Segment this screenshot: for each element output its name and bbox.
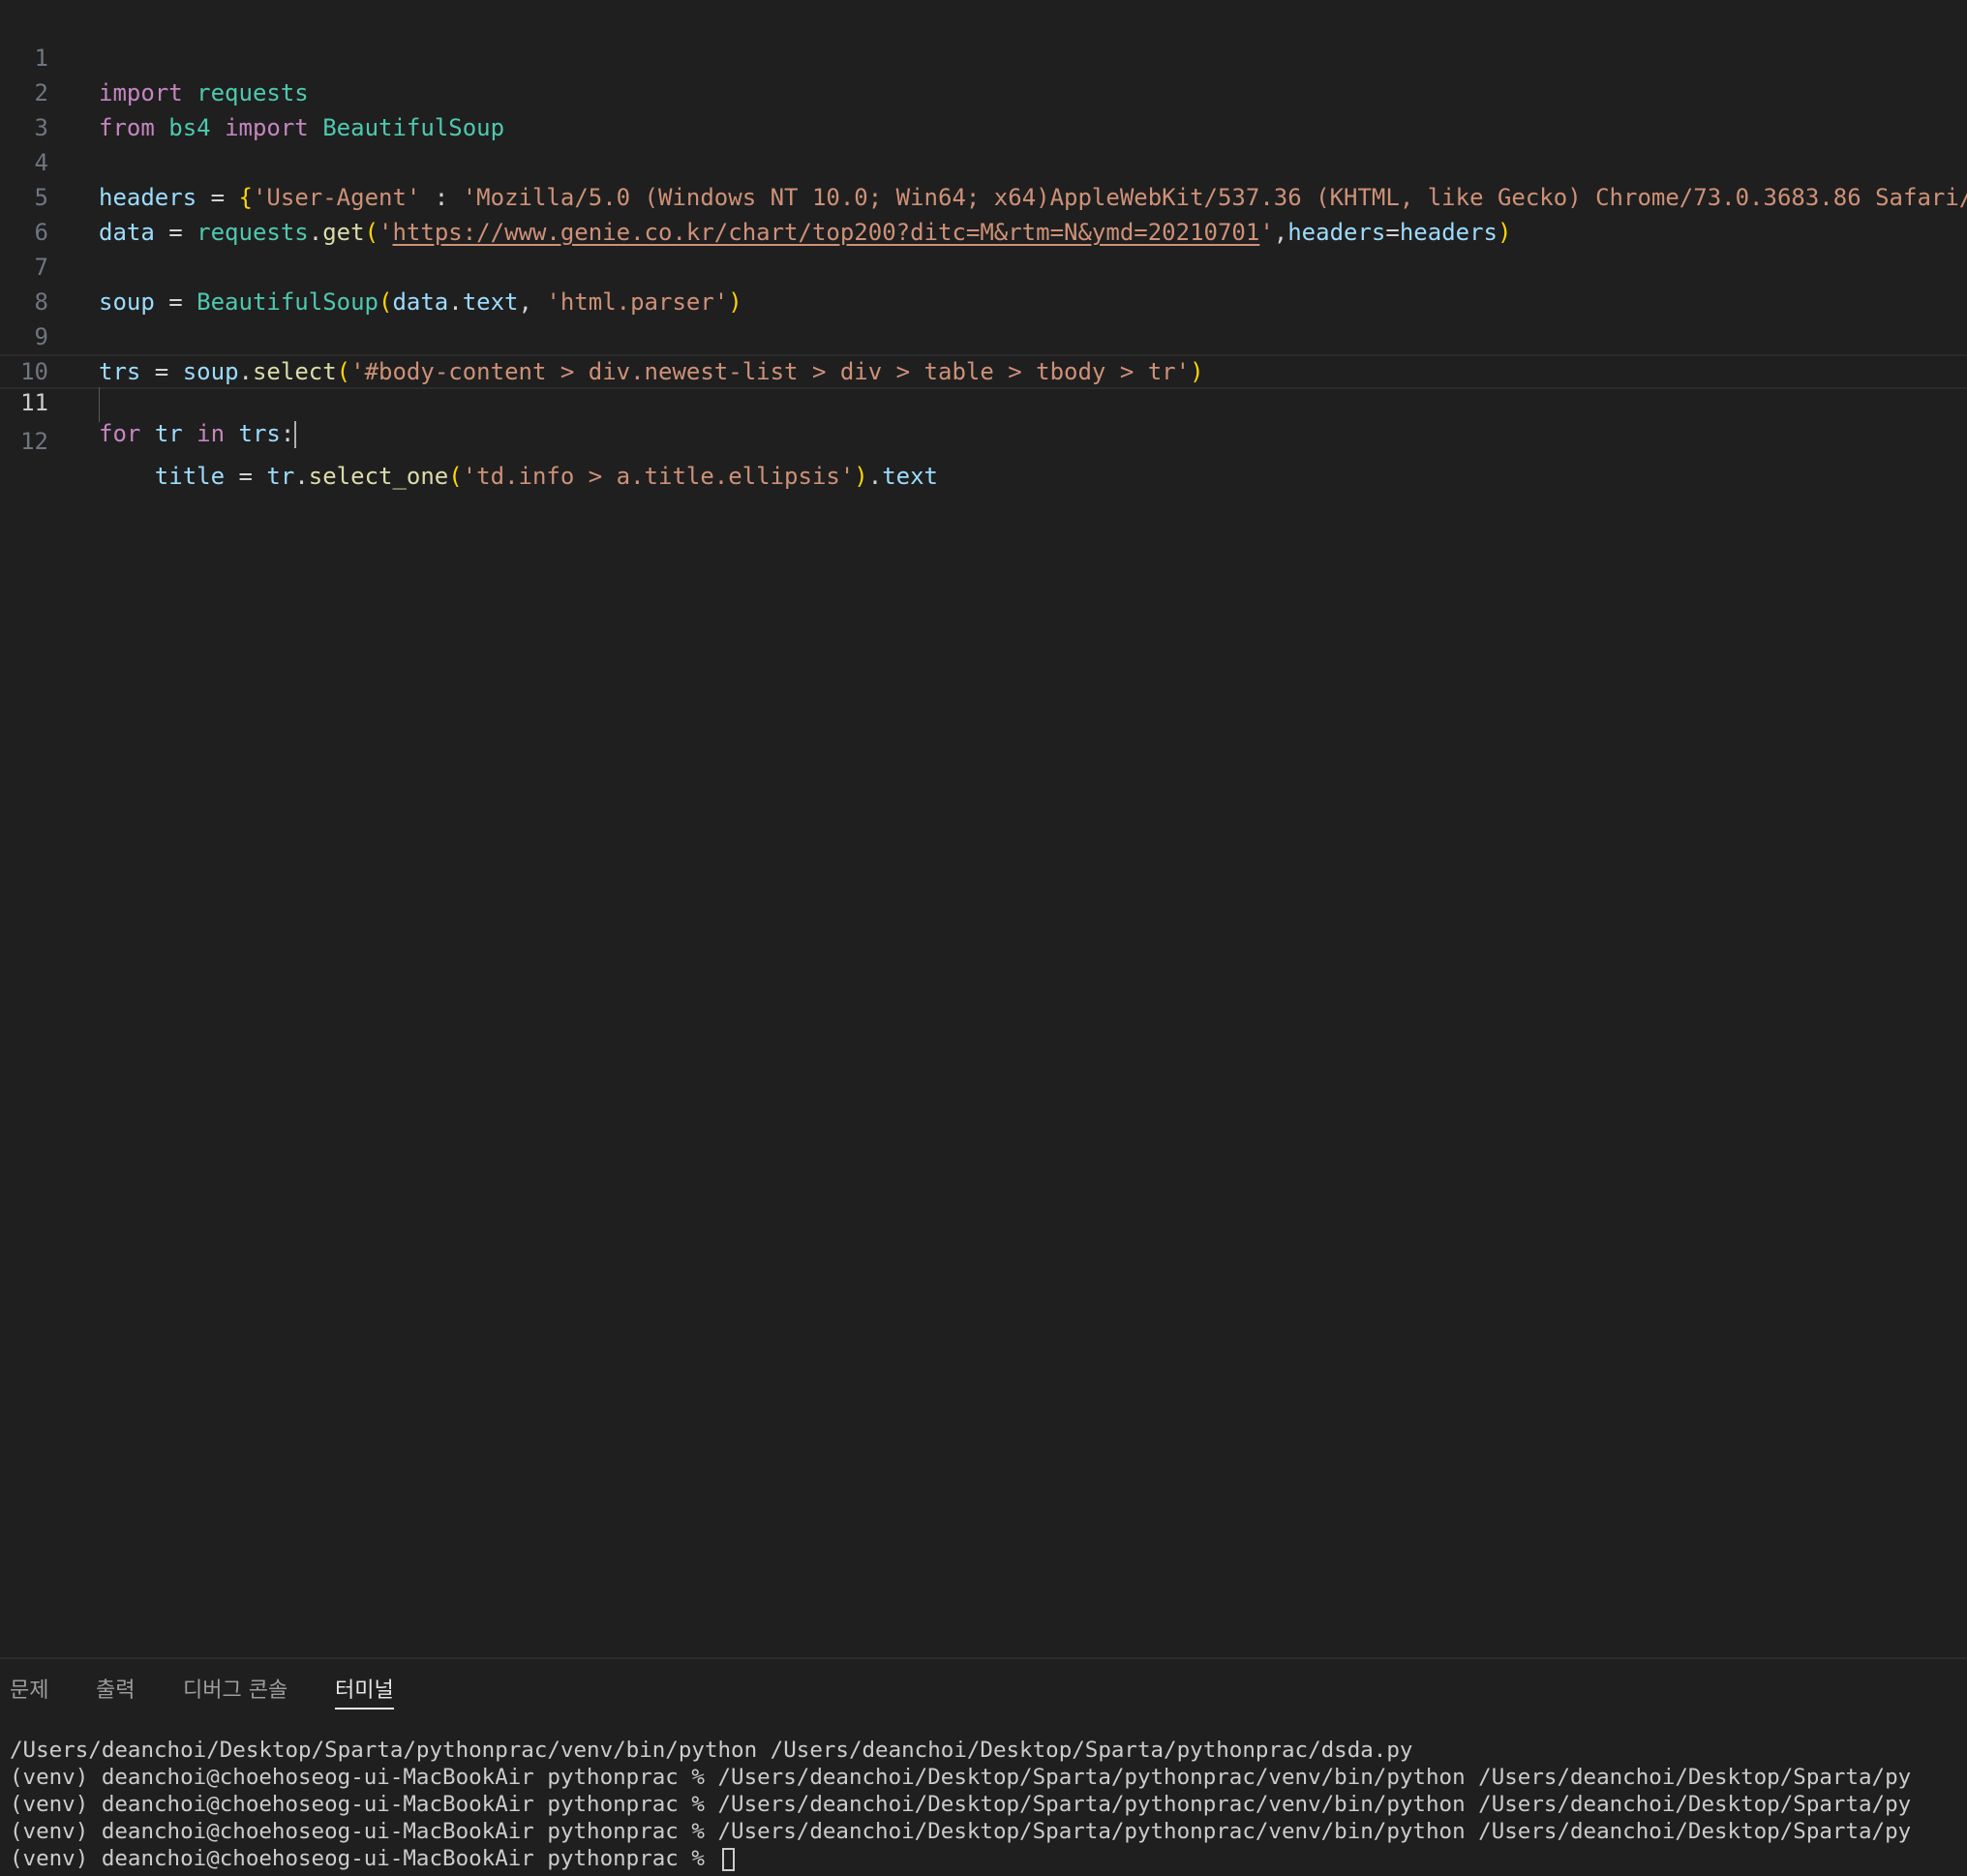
code-line-4[interactable]: 4 headers = {'User-Agent' : 'Mozilla/5.0…	[0, 110, 1967, 211]
terminal-line: (venv) deanchoi@choehoseog-ui-MacBookAir…	[10, 1765, 1912, 1790]
terminal-prompt: (venv) deanchoi@choehoseog-ui-MacBookAir…	[10, 1846, 718, 1871]
code-line-1[interactable]: 1 import requests	[0, 6, 1967, 106]
terminal-line: (venv) deanchoi@choehoseog-ui-MacBookAir…	[10, 1819, 1912, 1844]
panel-tabs: 문제 출력 디버그 콘솔 터미널	[0, 1659, 1967, 1721]
line-number: 12	[20, 428, 48, 455]
tab-debug-console[interactable]: 디버그 콘솔	[183, 1675, 287, 1708]
tab-terminal[interactable]: 터미널	[335, 1675, 394, 1710]
code-line-5[interactable]: 5 data = requests.get('https://www.genie…	[0, 145, 1967, 246]
code-line-6[interactable]: 6	[0, 180, 1967, 246]
code-line-12[interactable]: 12 title = tr.select_one('td.info > a.ti…	[0, 389, 1967, 490]
code-text: title = tr.select_one('td.info > a.title…	[154, 463, 938, 490]
text-cursor	[294, 421, 297, 448]
tab-problems[interactable]: 문제	[10, 1675, 48, 1708]
bottom-panel: 문제 출력 디버그 콘솔 터미널 /Users/deanchoi/Desktop…	[0, 1657, 1967, 1876]
terminal[interactable]: /Users/deanchoi/Desktop/Sparta/pythonpra…	[0, 1737, 1967, 1876]
terminal-line: /Users/deanchoi/Desktop/Sparta/pythonpra…	[10, 1738, 1413, 1763]
code-line-3[interactable]: 3	[0, 76, 1967, 141]
tab-output[interactable]: 출력	[96, 1675, 135, 1708]
code-editor[interactable]: 1 import requests 2 from bs4 import Beau…	[0, 0, 1967, 1657]
code-line-8[interactable]: 8	[0, 250, 1967, 316]
terminal-prompt-line[interactable]: (venv) deanchoi@choehoseog-ui-MacBookAir…	[10, 1845, 735, 1872]
indent-guide	[99, 387, 100, 422]
terminal-cursor	[721, 1847, 735, 1871]
code-line-2[interactable]: 2 from bs4 import BeautifulSoup	[0, 41, 1967, 141]
code-line-7[interactable]: 7 soup = BeautifulSoup(data.text, 'html.…	[0, 215, 1967, 316]
code-line-10[interactable]: 10	[0, 319, 1967, 385]
code-line-9[interactable]: 9 trs = soup.select('#body-content > div…	[0, 285, 1967, 385]
code-line-11[interactable]: 11 for tr in trs:	[0, 354, 1967, 448]
terminal-line: (venv) deanchoi@choehoseog-ui-MacBookAir…	[10, 1792, 1912, 1817]
